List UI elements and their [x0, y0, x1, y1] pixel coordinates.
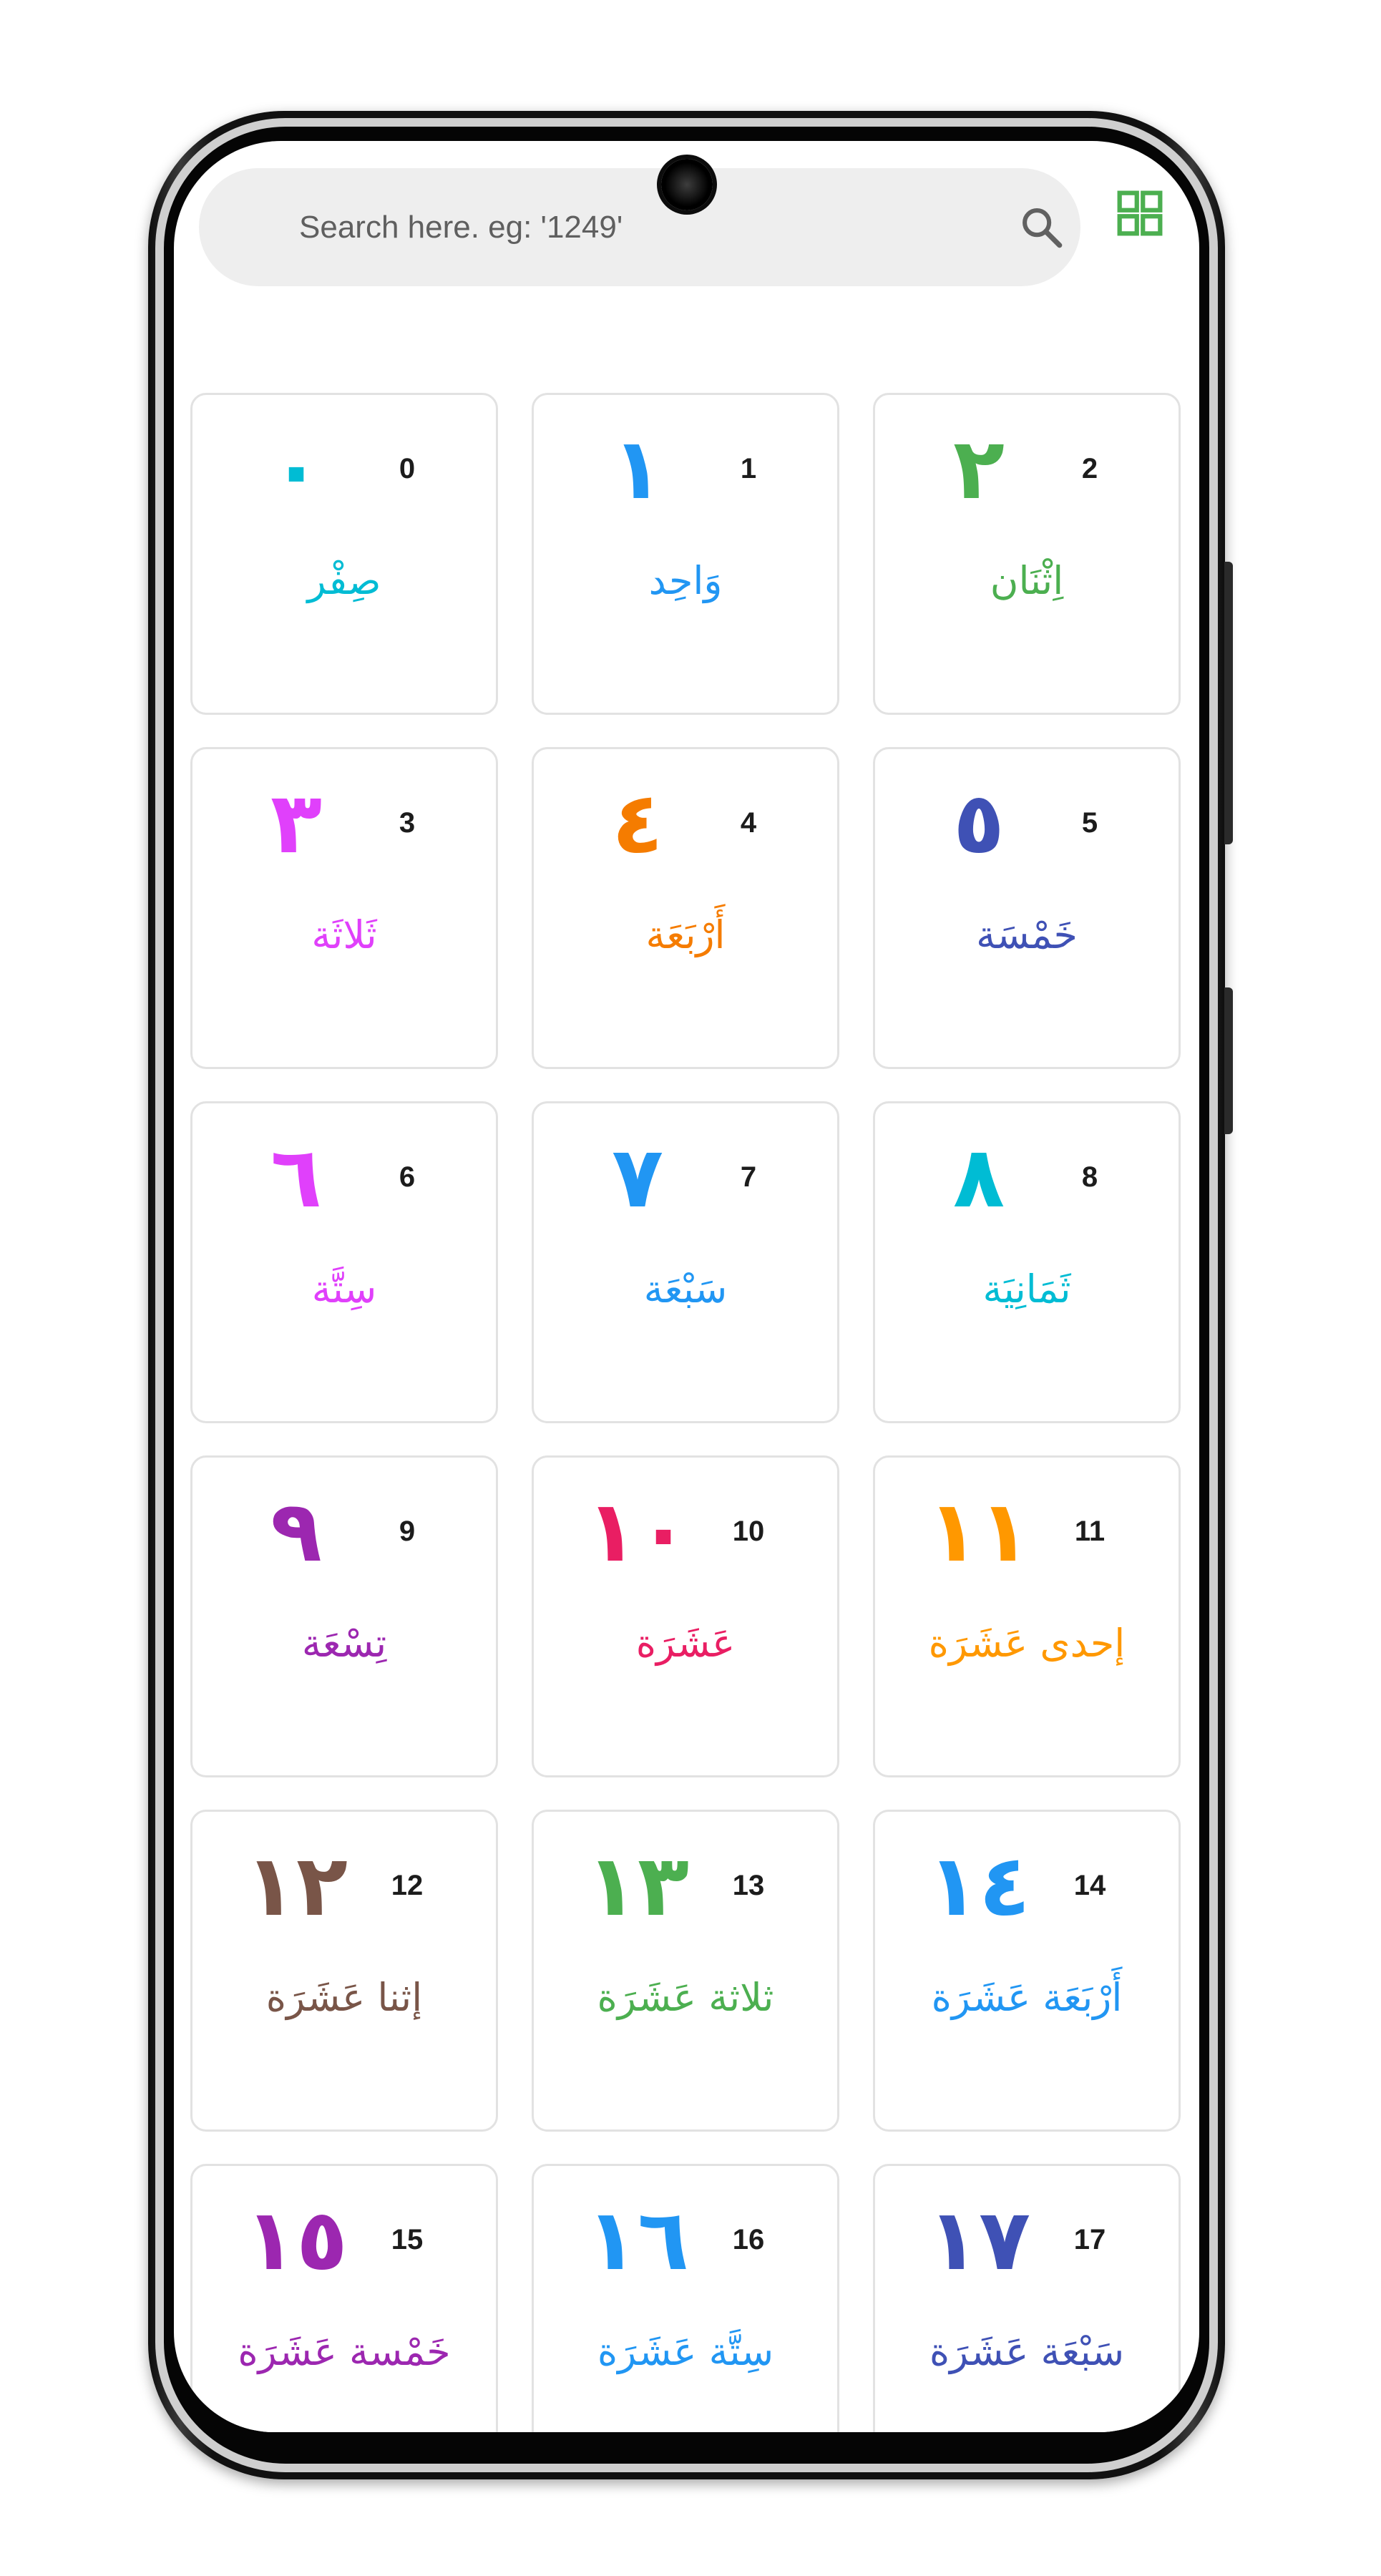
arabic-word: وَاحِد [648, 558, 723, 603]
number-card-7[interactable]: ٧ 7 سَبْعَة [532, 1101, 839, 1423]
arabic-numeral: ١٦ [585, 2190, 690, 2289]
arabic-word: إثنا عَشَرَة [265, 1975, 423, 2020]
grid-view-icon[interactable] [1116, 189, 1164, 238]
arabic-numeral: ١١ [927, 1482, 1031, 1581]
western-numeral: 17 [1073, 2224, 1106, 2255]
western-numeral: 15 [391, 2224, 424, 2255]
number-card-0[interactable]: ٠ 0 صِفْر [190, 393, 498, 715]
search-input[interactable] [299, 168, 943, 286]
western-numeral: 12 [391, 1870, 424, 1901]
arabic-numeral: ٠ [270, 419, 323, 518]
number-card-1[interactable]: ١ 1 وَاحِد [532, 393, 839, 715]
western-numeral: 16 [732, 2224, 765, 2255]
western-numeral: 13 [732, 1870, 765, 1901]
arabic-numeral: ١٤ [927, 1836, 1031, 1935]
number-card-4[interactable]: ٤ 4 أَرْبَعَة [532, 747, 839, 1069]
number-card-13[interactable]: ١٣ 13 ثلاثة عَشَرَة [532, 1810, 839, 2132]
western-numeral: 14 [1073, 1870, 1106, 1901]
arabic-numeral: ١٣ [585, 1836, 690, 1935]
western-numeral: 7 [740, 1161, 757, 1193]
number-card-5[interactable]: ٥ 5 خَمْسَة [873, 747, 1181, 1069]
number-card-15[interactable]: ١٥ 15 خَمْسة عَشَرَة [190, 2164, 498, 2432]
western-numeral: 0 [399, 453, 416, 484]
western-numeral: 4 [740, 807, 757, 839]
number-card-16[interactable]: ١٦ 16 سِتَّة عَشَرَة [532, 2164, 839, 2432]
arabic-word: خَمْسَة [976, 912, 1078, 957]
volume-button [1224, 562, 1233, 844]
arabic-word: سَبْعَة عَشَرَة [929, 2329, 1125, 2374]
western-numeral: 10 [732, 1516, 765, 1547]
search-icon[interactable] [1018, 204, 1065, 251]
arabic-numeral: ٨ [952, 1128, 1005, 1226]
arabic-numeral: ١ [611, 419, 664, 518]
western-numeral: 6 [399, 1161, 416, 1193]
arabic-numeral: ٩ [270, 1482, 323, 1581]
number-card-2[interactable]: ٢ 2 اِثْنَان [873, 393, 1181, 715]
arabic-word: سِتَّة [311, 1267, 377, 1312]
western-numeral: 2 [1081, 453, 1098, 484]
power-button [1224, 987, 1233, 1134]
number-card-17[interactable]: ١٧ 17 سَبْعَة عَشَرَة [873, 2164, 1181, 2432]
arabic-word: صِفْر [307, 558, 381, 603]
search-bar[interactable] [199, 168, 1080, 286]
number-card-14[interactable]: ١٤ 14 أَرْبَعَة عَشَرَة [873, 1810, 1181, 2132]
western-numeral: 3 [399, 807, 416, 839]
arabic-word: خَمْسة عَشَرَة [238, 2329, 451, 2374]
arabic-numeral: ٥ [952, 774, 1005, 872]
number-card-3[interactable]: ٣ 3 ثَلاثَة [190, 747, 498, 1069]
arabic-word: سَبْعَة [643, 1267, 728, 1312]
arabic-word: ثَمَانِيَة [982, 1267, 1071, 1312]
arabic-word: سِتَّة عَشَرَة [597, 2329, 774, 2374]
western-numeral: 8 [1081, 1161, 1098, 1193]
number-card-8[interactable]: ٨ 8 ثَمَانِيَة [873, 1101, 1181, 1423]
arabic-numeral: ١٠ [585, 1482, 690, 1581]
arabic-word: اِثْنَان [990, 558, 1064, 603]
arabic-numeral: ٣ [270, 774, 323, 872]
western-numeral: 11 [1074, 1516, 1106, 1547]
app-screen: ٠ 0 صِفْر ١ 1 وَاحِد ٢ 2 اِثْنَان ٣ 3 ثَلاثَة ٤ 4 أَرْ… [174, 141, 1199, 2432]
arabic-numeral: ٧ [611, 1128, 664, 1226]
number-card-9[interactable]: ٩ 9 تِسْعَة [190, 1455, 498, 1777]
arabic-numeral: ٢ [952, 419, 1005, 518]
number-card-10[interactable]: ١٠ 10 عَشَرَة [532, 1455, 839, 1777]
arabic-word: تِسْعَة [301, 1621, 387, 1666]
number-card-12[interactable]: ١٢ 12 إثنا عَشَرَة [190, 1810, 498, 2132]
arabic-word: أَرْبَعَة [645, 912, 726, 957]
arabic-numeral: ٦ [270, 1128, 323, 1226]
western-numeral: 9 [399, 1516, 416, 1547]
arabic-numeral: ١٧ [927, 2190, 1031, 2289]
number-card-6[interactable]: ٦ 6 سِتَّة [190, 1101, 498, 1423]
arabic-word: عَشَرَة [635, 1621, 736, 1666]
arabic-word: ثَلاثَة [311, 912, 377, 957]
arabic-numeral: ٤ [611, 774, 664, 872]
arabic-word: أَرْبَعَة عَشَرَة [931, 1975, 1123, 2020]
arabic-numeral: ١٥ [244, 2190, 348, 2289]
arabic-word: إحدى عَشَرَة [928, 1621, 1126, 1666]
arabic-word: ثلاثة عَشَرَة [597, 1975, 774, 2020]
number-card-11[interactable]: ١١ 11 إحدى عَشَرَة [873, 1455, 1181, 1777]
arabic-numeral: ١٢ [244, 1836, 348, 1935]
western-numeral: 5 [1081, 807, 1098, 839]
front-camera [661, 159, 713, 210]
western-numeral: 1 [740, 453, 757, 484]
